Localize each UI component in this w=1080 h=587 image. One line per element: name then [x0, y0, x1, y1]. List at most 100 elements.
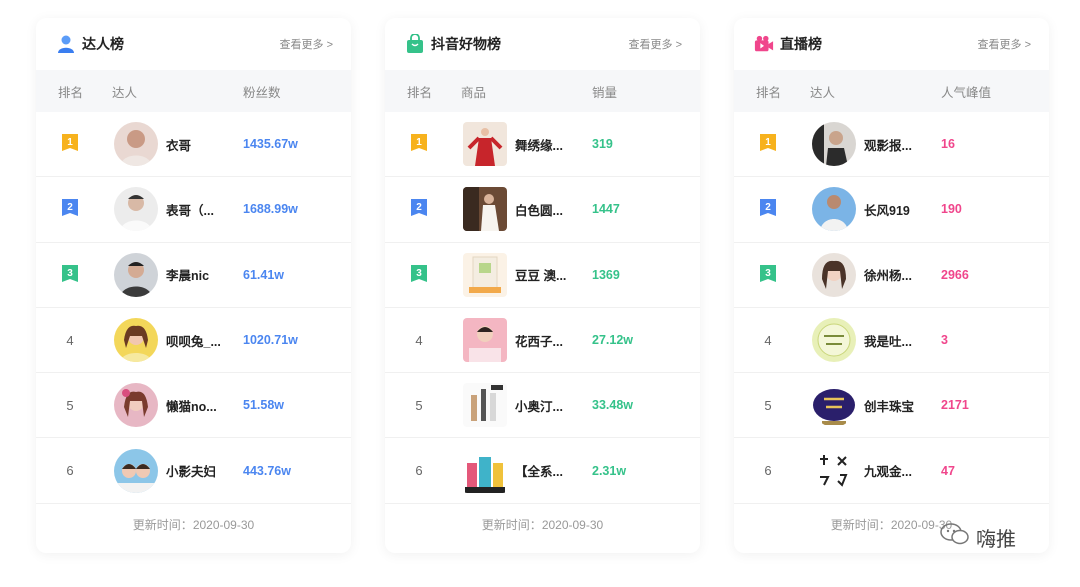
table-row[interactable]: 1 舞绣缘... 319 — [385, 112, 700, 178]
table-row[interactable]: 1 衣哥 1435.67w — [36, 112, 351, 178]
table-row[interactable]: 1 观影报... 16 — [734, 112, 1049, 178]
table-row[interactable]: 6 【全系... 2.31w — [385, 438, 700, 504]
table-row[interactable]: 4 呗呗兔_... 1020.71w — [36, 308, 351, 374]
streamer-name: 长风919 — [864, 203, 910, 218]
peak-popularity: 3 — [941, 333, 948, 348]
rank-number: 5 — [66, 397, 74, 413]
watermark-text: 嗨推 — [976, 528, 1016, 551]
rank-badge-blue: 2 — [759, 199, 777, 219]
table-row[interactable]: 2 白色圆... 1447 — [385, 177, 700, 243]
avatar — [114, 318, 158, 363]
column-headers: 排名 达人 人气峰值 — [734, 70, 1049, 112]
view-more-link[interactable]: 查看更多 > — [629, 36, 682, 52]
product-name: 豆豆 澳... — [515, 269, 567, 284]
table-row[interactable]: 6 九观金... 47 — [734, 438, 1049, 504]
peak-popularity: 2171 — [941, 398, 969, 413]
rank-number: 4 — [764, 332, 772, 348]
avatar — [812, 318, 856, 363]
streamer-name: 创丰珠宝 — [864, 399, 915, 414]
view-more-link[interactable]: 查看更多 > — [978, 36, 1031, 52]
rank-badge-blue: 2 — [61, 199, 79, 219]
table-row[interactable]: 4 我是吐... 3 — [734, 308, 1049, 374]
panel-product-ranking: 抖音好物榜 查看更多 > 排名 商品 销量 1 舞绣缘... 319 2 白色圆… — [385, 18, 700, 553]
peak-popularity: 47 — [941, 463, 955, 478]
table-row[interactable]: 3 徐州杨... 2966 — [734, 243, 1049, 308]
streamer-name: 我是吐... — [864, 334, 912, 349]
col-rank: 排名 — [58, 85, 84, 100]
avatar — [812, 383, 856, 428]
avatar — [812, 187, 856, 232]
col-name: 达人 — [112, 85, 138, 100]
update-time: 更新时间： 2020-09-30 — [481, 517, 604, 533]
panel-title: 抖音好物榜 — [431, 36, 501, 52]
rank-badge-blue: 2 — [410, 199, 428, 219]
product-name: 【全系... — [515, 465, 563, 480]
rank-number: 4 — [66, 332, 74, 348]
follower-count: 61.41w — [243, 267, 285, 282]
live-video-icon — [754, 34, 774, 54]
influencer-name: 衣哥 — [166, 138, 192, 153]
view-more-link[interactable]: 查看更多 > — [280, 36, 333, 52]
col-rank: 排名 — [407, 85, 433, 100]
follower-count: 1435.67w — [243, 137, 298, 152]
table-row[interactable]: 2 长风919 190 — [734, 177, 1049, 243]
product-image — [463, 318, 507, 363]
avatar — [812, 122, 856, 167]
rank-number: 5 — [764, 397, 772, 413]
sales-count: 33.48w — [592, 398, 634, 413]
panel-header: 直播榜 查看更多 > — [734, 18, 1049, 70]
panel-header: 抖音好物榜 查看更多 > — [385, 18, 700, 70]
table-row[interactable]: 4 花西子... 27.12w — [385, 308, 700, 374]
product-image — [463, 122, 507, 167]
shopping-bag-icon — [405, 34, 425, 54]
ranking-panels: 达人榜 查看更多 > 排名 达人 粉丝数 1 衣哥 1435.67w 2 表哥（… — [36, 18, 1049, 553]
table-row[interactable]: 5 懒猫no... 51.58w — [36, 373, 351, 439]
rank-number: 6 — [415, 463, 423, 479]
influencer-name: 懒猫no... — [166, 399, 217, 414]
rank-number: 6 — [66, 463, 74, 479]
table-row[interactable]: 5 创丰珠宝 2171 — [734, 373, 1049, 439]
table-row[interactable]: 6 小影夫妇 443.76w — [36, 438, 351, 504]
rank-number: 4 — [415, 332, 423, 348]
table-row[interactable]: 3 豆豆 澳... 1369 — [385, 243, 700, 308]
rank-number: 6 — [764, 463, 772, 479]
avatar — [114, 383, 158, 428]
table-row[interactable]: 2 表哥（... 1688.99w — [36, 177, 351, 243]
avatar — [114, 252, 158, 297]
product-image — [463, 252, 507, 297]
table-row[interactable]: 3 李晨nic 61.41w — [36, 243, 351, 308]
product-name: 小奥汀... — [515, 399, 563, 414]
sales-count: 319 — [592, 137, 613, 152]
rank-badge-green: 3 — [759, 264, 777, 285]
avatar — [114, 187, 158, 232]
sales-count: 1369 — [592, 267, 620, 282]
rank-number: 5 — [415, 397, 423, 413]
watermark: 嗨推 — [940, 522, 1016, 552]
influencer-name: 呗呗兔_... — [166, 334, 221, 349]
follower-count: 1020.71w — [243, 333, 298, 348]
column-headers: 排名 商品 销量 — [385, 70, 700, 112]
peak-popularity: 2966 — [941, 267, 969, 282]
product-image — [463, 383, 507, 428]
sales-count: 1447 — [592, 202, 620, 217]
product-image — [463, 448, 507, 493]
table-row[interactable]: 5 小奥汀... 33.48w — [385, 373, 700, 439]
avatar — [114, 122, 158, 167]
streamer-name: 观影报... — [864, 138, 912, 153]
update-time: 更新时间： 2020-09-30 — [132, 517, 255, 533]
product-name: 白色圆... — [515, 203, 563, 218]
col-value: 销量 — [592, 85, 618, 100]
avatar — [812, 252, 856, 297]
product-image — [463, 187, 507, 232]
product-name: 舞绣缘... — [515, 138, 563, 153]
streamer-name: 九观金... — [864, 465, 912, 480]
col-value: 人气峰值 — [941, 85, 992, 100]
panel-header: 达人榜 查看更多 > — [36, 18, 351, 70]
streamer-name: 徐州杨... — [864, 269, 912, 284]
follower-count: 51.58w — [243, 398, 285, 413]
follower-count: 1688.99w — [243, 202, 298, 217]
col-name: 达人 — [810, 85, 836, 100]
follower-count: 443.76w — [243, 463, 291, 478]
influencer-name: 小影夫妇 — [166, 465, 217, 480]
column-headers: 排名 达人 粉丝数 — [36, 70, 351, 112]
